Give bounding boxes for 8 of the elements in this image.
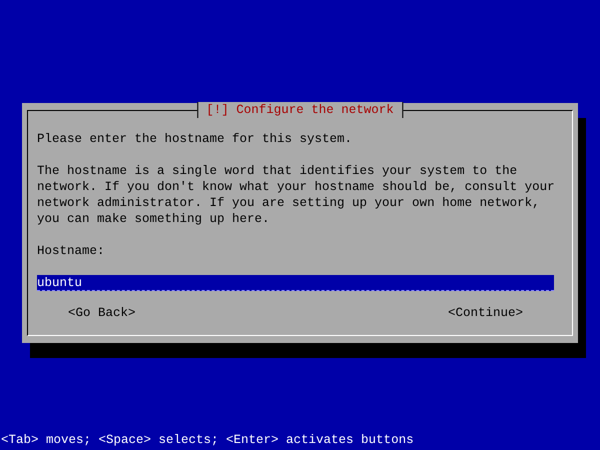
dialog-button[interactable]: <Go Back> xyxy=(68,305,136,321)
instruction-text: The hostname is a single word that identifies your system to the network. If you don't know what your hostname should be, consult your network administrator. If you are setting up your own home network, you can make something up here. xyxy=(37,163,556,227)
field-label: Hostname: xyxy=(37,243,106,259)
hostname-field[interactable]: ubuntu xyxy=(37,275,554,291)
dialog-button[interactable]: <Continue> xyxy=(448,305,523,321)
instruction-text: Please enter the hostname for this system. xyxy=(37,131,354,147)
key-hints: <Tab> moves; <Space> selects; <Enter> activates buttons xyxy=(0,432,415,448)
dialog-title: [!] Configure the network xyxy=(197,102,403,118)
